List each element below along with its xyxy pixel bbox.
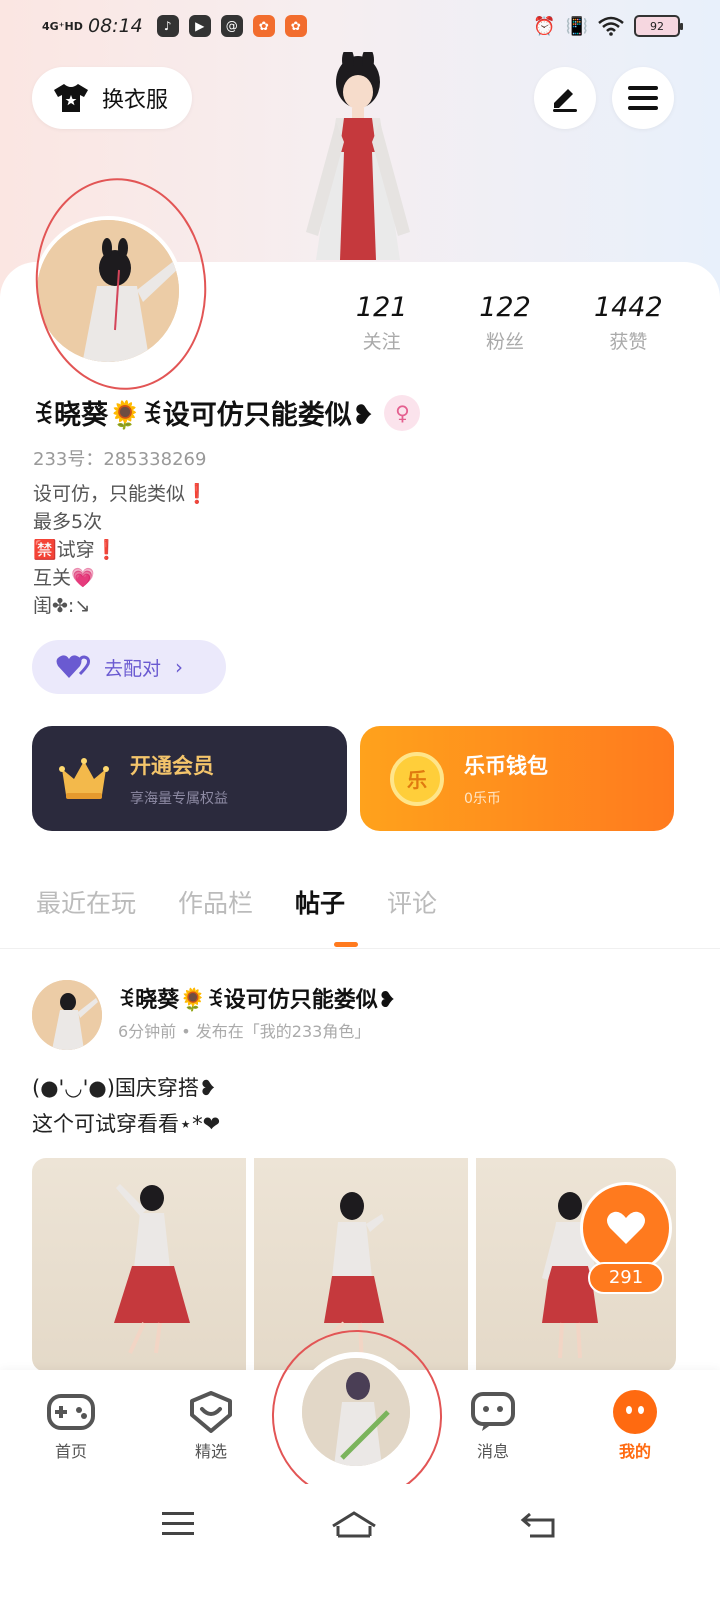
- bio-line: 最多5次: [33, 511, 103, 533]
- message-icon: @: [220, 15, 243, 37]
- divider: [0, 948, 720, 949]
- nav-home[interactable]: 首页: [26, 1390, 116, 1462]
- battery-indicator: 92: [634, 15, 683, 37]
- video-icon: ▶: [188, 15, 211, 37]
- message-icon: [448, 1390, 538, 1434]
- bio: 设可仿，只能类似❗ 最多5次 🈲试穿❗ 互关💗 闺✤:↘: [33, 480, 209, 620]
- stat-label: 获赞: [609, 331, 648, 353]
- stat-label: 粉丝: [485, 331, 524, 353]
- bio-line: 闺✤:↘: [33, 595, 91, 617]
- female-icon: ♀: [384, 394, 421, 431]
- menu-icon: [628, 86, 658, 110]
- stat-followers[interactable]: 122 粉丝: [443, 292, 566, 354]
- stats-row: 121 关注 122 粉丝 1442 获赞: [320, 292, 690, 354]
- recent-apps-icon[interactable]: [160, 1510, 196, 1538]
- tab-recent-play[interactable]: 最近在玩: [36, 884, 136, 920]
- system-nav-bar: [0, 1484, 720, 1600]
- wallet-card[interactable]: 乐 乐币钱包 0乐币: [360, 726, 674, 831]
- chevron-right-icon: ›: [175, 655, 184, 679]
- app-icon: ✿: [284, 15, 307, 37]
- stat-likes[interactable]: 1442 获赞: [567, 292, 690, 354]
- nav-label: 消息: [476, 1442, 509, 1461]
- change-clothes-button[interactable]: 换衣服: [32, 67, 192, 129]
- character-photo: [114, 1184, 190, 1354]
- menu-button[interactable]: [612, 67, 674, 129]
- like-count: 291: [588, 1262, 664, 1294]
- status-left: 4G⁺HD 08:14 ♪ ▶ @ ✿ ✿: [42, 15, 307, 37]
- user-id[interactable]: 233号：285338269: [33, 445, 206, 471]
- post-text-line: (●'◡'●)国庆穿搭❥: [32, 1076, 217, 1100]
- vip-text: 开通会员 享海量专属权益: [130, 750, 228, 808]
- change-clothes-label: 换衣服: [102, 88, 169, 113]
- coin-icon: 乐: [390, 751, 444, 806]
- tab-works[interactable]: 作品栏: [178, 884, 253, 920]
- bio-line: 🈲试穿❗: [33, 539, 119, 561]
- wallet-title: 乐币钱包: [464, 753, 548, 778]
- gamepad-icon: [26, 1390, 116, 1434]
- clock: 08:14: [88, 15, 143, 37]
- vibrate-icon: 📳: [565, 15, 588, 37]
- heart-icon: [607, 1211, 645, 1244]
- post-photo[interactable]: [32, 1158, 246, 1372]
- tab-comments[interactable]: 评论: [387, 884, 437, 920]
- app-icon: ✿: [252, 15, 275, 37]
- stat-number: 121: [355, 292, 408, 323]
- nav-label: 精选: [194, 1442, 227, 1461]
- profile-tabs: 最近在玩 作品栏 帖子 评论: [36, 884, 437, 920]
- pen-icon: [553, 89, 577, 112]
- network-indicator: 4G⁺HD: [42, 19, 83, 33]
- bio-line: 设可仿，只能类似❗: [33, 483, 209, 505]
- alarm-icon: ⏰: [533, 15, 556, 37]
- nav-me[interactable]: 我的: [590, 1390, 680, 1462]
- nickname: ꉂ晓葵🌻ꉂ设可仿只能娄似❥: [33, 400, 375, 431]
- stat-label: 关注: [362, 331, 401, 353]
- tab-indicator: [334, 942, 358, 947]
- post-text[interactable]: (●'◡'●)国庆穿搭❥ 这个可试穿看看⋆*❤: [32, 1070, 220, 1142]
- match-button[interactable]: 去配对 ›: [32, 640, 226, 694]
- bio-line: 互关💗: [33, 567, 95, 589]
- nickname-row: ꉂ晓葵🌻ꉂ设可仿只能娄似❥ ♀: [33, 393, 421, 432]
- vip-title: 开通会员: [130, 753, 214, 778]
- vip-subtitle: 享海量专属权益: [130, 790, 228, 807]
- nav-label: 首页: [54, 1442, 87, 1461]
- wallet-balance: 0乐币: [464, 790, 501, 807]
- post-meta: 6分钟前 • 发布在「我的233角色」: [118, 1022, 371, 1041]
- back-icon[interactable]: [520, 1510, 556, 1540]
- face-icon: [590, 1390, 680, 1434]
- post-author-avatar[interactable]: [32, 980, 102, 1050]
- home-icon[interactable]: [330, 1510, 378, 1540]
- tab-posts[interactable]: 帖子: [295, 884, 345, 920]
- edit-button[interactable]: [534, 67, 596, 129]
- character-figure[interactable]: [288, 52, 428, 262]
- nav-label: 我的: [618, 1442, 651, 1461]
- hearts-icon: [56, 655, 90, 678]
- wifi-icon: [598, 16, 624, 36]
- avatar-figure: [32, 980, 102, 1050]
- heart-chat-icon: [166, 1390, 256, 1434]
- stat-number: 1442: [593, 292, 663, 323]
- tshirt-icon: [54, 84, 88, 112]
- music-icon: ♪: [156, 15, 179, 37]
- nav-messages[interactable]: 消息: [448, 1390, 538, 1462]
- post-author-name[interactable]: ꉂ晓葵🌻ꉂ设可仿只能娄似❥: [118, 982, 396, 1014]
- stat-number: 122: [479, 292, 531, 323]
- nav-featured[interactable]: 精选: [166, 1390, 256, 1462]
- status-bar: 4G⁺HD 08:14 ♪ ▶ @ ✿ ✿ ⏰ 📳 92: [0, 0, 720, 52]
- vip-card[interactable]: 开通会员 享海量专属权益: [32, 726, 347, 831]
- stat-following[interactable]: 121 关注: [320, 292, 443, 354]
- crown-icon: [59, 757, 109, 799]
- post-text-line: 这个可试穿看看⋆*❤: [32, 1112, 221, 1136]
- like-button[interactable]: [580, 1182, 672, 1274]
- match-label: 去配对: [104, 657, 162, 680]
- wallet-text: 乐币钱包 0乐币: [464, 750, 548, 808]
- status-right: ⏰ 📳 92: [533, 15, 683, 37]
